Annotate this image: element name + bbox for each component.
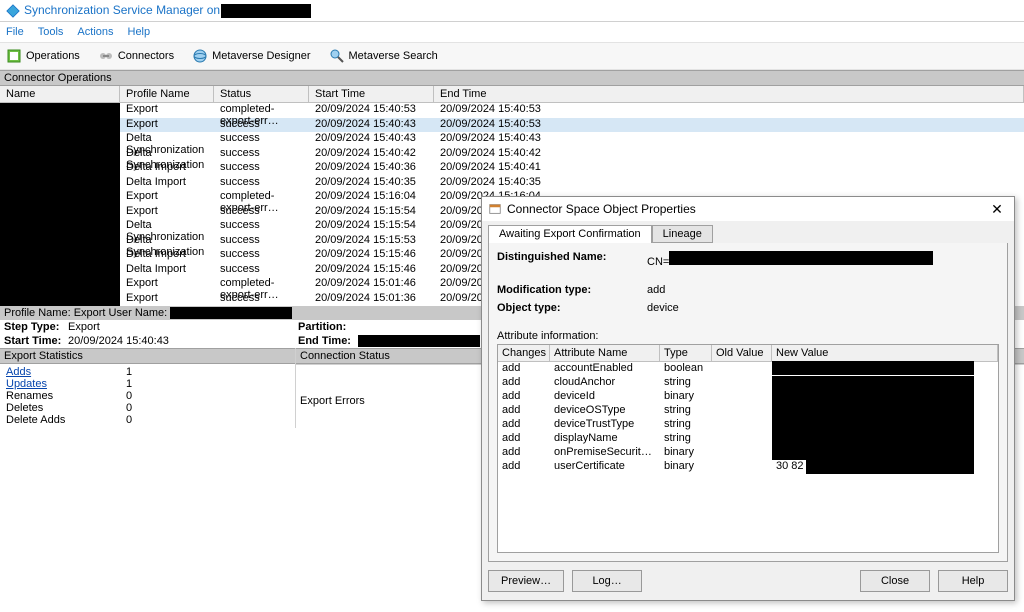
operation-row[interactable]: Delta Importsuccess20/09/2024 15:40:3620…	[120, 161, 1024, 176]
connector-space-object-dialog: Connector Space Object Properties ✕ Awai…	[481, 196, 1015, 601]
objtype-value: device	[647, 302, 679, 314]
close-button[interactable]: Close	[860, 570, 930, 592]
modtype-label: Modification type:	[497, 284, 647, 296]
operation-row[interactable]: Delta Synchronizationsuccess20/09/2024 1…	[120, 132, 1024, 147]
stat-row: Deletes0	[6, 402, 289, 414]
col-attr-name[interactable]: Attribute Name	[550, 345, 660, 361]
col-new[interactable]: New Value	[772, 345, 998, 361]
dn-label: Distinguished Name:	[497, 251, 647, 268]
attr-row[interactable]: addaccountEnabledboolean	[498, 362, 998, 376]
attr-row[interactable]: adddisplayNamestring	[498, 432, 998, 446]
tab-lineage[interactable]: Lineage	[652, 225, 713, 243]
operation-row[interactable]: Exportsuccess20/09/2024 15:40:4320/09/20…	[120, 118, 1024, 133]
attribute-grid[interactable]: Changes Attribute Name Type Old Value Ne…	[497, 344, 999, 553]
stat-row[interactable]: Updates1	[6, 378, 289, 390]
toolbar-metaverse-designer[interactable]: Metaverse Designer	[192, 48, 310, 64]
attr-row[interactable]: addonPremiseSecurit…binary	[498, 446, 998, 460]
col-status[interactable]: Status	[214, 86, 309, 102]
attr-row[interactable]: adddeviceOSTypestring	[498, 404, 998, 418]
col-profile[interactable]: Profile Name	[120, 86, 214, 102]
attr-row[interactable]: adddeviceTrustTypestring	[498, 418, 998, 432]
toolbar-metaverse-search[interactable]: Metaverse Search	[329, 48, 438, 64]
mvsearch-icon	[329, 48, 345, 64]
operations-icon	[6, 48, 22, 64]
window-titlebar: Synchronization Service Manager on	[0, 0, 1024, 22]
log-button[interactable]: Log…	[572, 570, 642, 592]
stats-header: Export Statistics	[0, 348, 295, 364]
operation-row[interactable]: Exportcompleted-export-err…20/09/2024 15…	[120, 103, 1024, 118]
menu-file[interactable]: File	[6, 26, 24, 38]
col-end[interactable]: End Time	[434, 86, 1024, 102]
attr-row[interactable]: adduserCertificatebinary30 82	[498, 460, 998, 474]
dn-value: CN=	[647, 251, 933, 268]
col-changes[interactable]: Changes	[498, 345, 550, 361]
app-icon	[6, 4, 20, 18]
operations-grid-header: Name Profile Name Status Start Time End …	[0, 86, 1024, 103]
menu-help[interactable]: Help	[128, 26, 151, 38]
modtype-value: add	[647, 284, 665, 296]
preview-button[interactable]: Preview…	[488, 570, 564, 592]
objtype-label: Object type:	[497, 302, 647, 314]
export-statistics-pane: Export Statistics Adds1Updates1Renames0D…	[0, 348, 295, 428]
dialog-title: Connector Space Object Properties	[507, 202, 986, 216]
stat-row: Renames0	[6, 390, 289, 402]
col-type[interactable]: Type	[660, 345, 712, 361]
menu-tools[interactable]: Tools	[38, 26, 64, 38]
dialog-tabs: Awaiting Export Confirmation Lineage	[482, 221, 1014, 243]
col-name[interactable]: Name	[0, 86, 120, 102]
menubar: File Tools Actions Help	[0, 22, 1024, 42]
toolbar-connectors[interactable]: Connectors	[98, 48, 174, 64]
dialog-icon	[488, 202, 502, 216]
connector-name-column-redacted	[0, 103, 120, 306]
toolbar: Operations Connectors Metaverse Designer…	[0, 42, 1024, 70]
operation-row[interactable]: Delta Importsuccess20/09/2024 15:40:3520…	[120, 176, 1024, 191]
col-old[interactable]: Old Value	[712, 345, 772, 361]
mvdesigner-icon	[192, 48, 208, 64]
help-button[interactable]: Help	[938, 570, 1008, 592]
col-start[interactable]: Start Time	[309, 86, 434, 102]
attr-row[interactable]: adddeviceIdbinary	[498, 390, 998, 404]
window-title: Synchronization Service Manager on	[24, 3, 311, 18]
connectors-icon	[98, 48, 114, 64]
operation-row[interactable]: Delta Synchronizationsuccess20/09/2024 1…	[120, 147, 1024, 162]
section-connector-operations: Connector Operations	[0, 70, 1024, 86]
toolbar-operations[interactable]: Operations	[6, 48, 80, 64]
dialog-close-button[interactable]: ✕	[986, 200, 1008, 218]
attr-row[interactable]: addcloudAnchorstring	[498, 376, 998, 390]
menu-actions[interactable]: Actions	[77, 26, 113, 38]
tab-awaiting-export[interactable]: Awaiting Export Confirmation	[488, 225, 652, 243]
attr-info-label: Attribute information:	[497, 330, 999, 342]
stat-row[interactable]: Adds1	[6, 366, 289, 378]
stat-row: Delete Adds0	[6, 414, 289, 426]
